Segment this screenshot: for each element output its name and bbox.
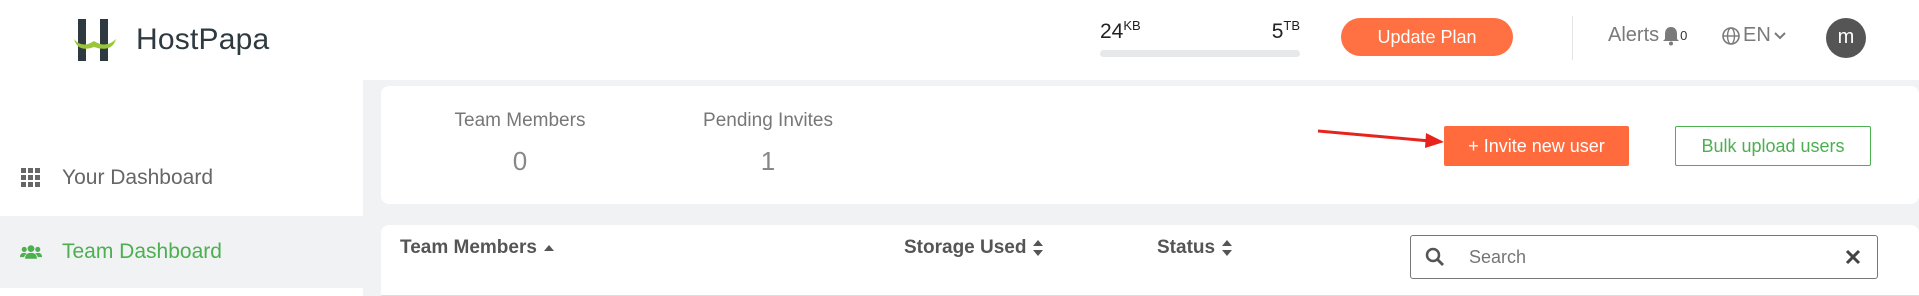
pending-invites-stat: Pending Invites 1 — [698, 110, 838, 177]
grid-icon — [20, 167, 42, 189]
sort-icon — [1033, 240, 1044, 256]
users-icon — [20, 241, 42, 263]
top-bar: HostPapa 24KB 5TB Update Plan Alerts 0 E… — [0, 0, 1919, 80]
alerts-menu[interactable]: Alerts 0 — [1608, 24, 1687, 47]
bell-icon — [1663, 26, 1680, 45]
user-avatar[interactable]: m — [1826, 18, 1866, 58]
team-members-stat: Team Members 0 — [450, 110, 590, 177]
storage-progress-bar — [1100, 50, 1300, 57]
hostpapa-logo-icon — [74, 19, 116, 61]
language-label: EN — [1743, 24, 1771, 46]
storage-usage: 24KB 5TB — [1100, 18, 1300, 57]
search-icon — [1425, 247, 1444, 266]
column-header-team-members[interactable]: Team Members — [400, 237, 555, 259]
storage-total: 5TB — [1271, 18, 1300, 43]
team-members-label: Team Members — [454, 110, 586, 131]
search-box — [1410, 235, 1878, 279]
brand-logo[interactable]: HostPapa — [72, 18, 269, 62]
sidebar-item-team-dashboard[interactable]: Team Dashboard — [0, 216, 363, 288]
bulk-upload-users-button[interactable]: Bulk upload users — [1675, 126, 1871, 166]
sidebar-item-label: Your Dashboard — [62, 166, 213, 189]
pending-invites-count: 1 — [760, 146, 776, 176]
column-header-storage-used[interactable]: Storage Used — [904, 237, 1044, 259]
globe-icon — [1722, 26, 1740, 45]
sidebar-item-your-dashboard[interactable]: Your Dashboard — [0, 142, 363, 214]
column-header-status[interactable]: Status — [1157, 237, 1233, 259]
brand-name: HostPapa — [136, 23, 270, 56]
invite-new-user-button[interactable]: + Invite new user — [1444, 126, 1629, 166]
pending-invites-label: Pending Invites — [703, 110, 833, 131]
sidebar-item-label: Team Dashboard — [62, 240, 222, 263]
sidebar: Your Dashboard Team Dashboard — [0, 80, 363, 296]
chevron-down-icon — [1774, 31, 1786, 39]
alerts-count: 0 — [1680, 28, 1688, 43]
update-plan-button[interactable]: Update Plan — [1341, 18, 1513, 56]
sort-icon — [1222, 240, 1233, 256]
alerts-label: Alerts — [1608, 24, 1660, 46]
storage-used: 24KB — [1100, 18, 1141, 43]
search-input[interactable] — [1469, 246, 1829, 268]
annotation-arrow — [1318, 129, 1444, 148]
header-divider — [1572, 16, 1573, 60]
language-selector[interactable]: EN — [1722, 24, 1786, 47]
close-icon[interactable] — [1845, 249, 1861, 265]
sort-asc-icon — [543, 245, 554, 251]
team-members-count: 0 — [512, 146, 528, 176]
